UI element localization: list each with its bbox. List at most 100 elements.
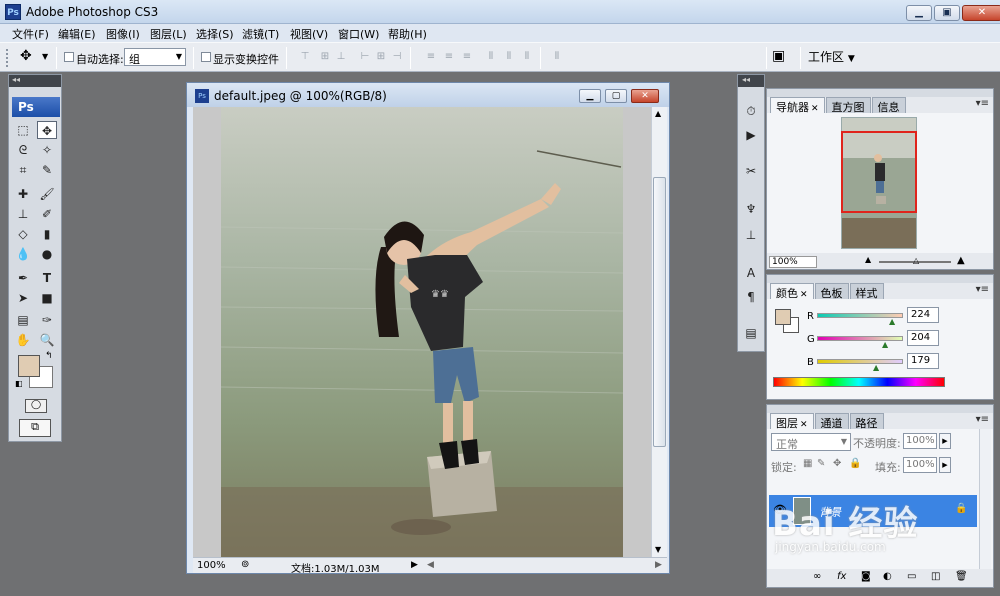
zoom-out-icon[interactable]: ▲ [865, 255, 871, 264]
channel-g-slider-thumb[interactable]: ▲ [882, 340, 888, 349]
tab-histogram[interactable]: 直方图 [825, 97, 871, 114]
scroll-right-icon[interactable]: ▶ [655, 560, 662, 570]
tool-presets-icon[interactable]: ✂ [741, 161, 761, 181]
link-layers-icon[interactable]: ∞ [813, 571, 821, 582]
blend-mode-dropdown[interactable]: 正常 ▼ [771, 433, 851, 451]
align-right-icon[interactable]: ⊣ [390, 51, 404, 63]
zoom-tool-icon[interactable]: 🔍 [37, 331, 57, 349]
history-panel-icon[interactable]: ⏱ [741, 101, 761, 121]
zoom-level[interactable]: 100% [197, 560, 226, 571]
distribute-vcenter-icon[interactable]: ≡ [442, 51, 456, 63]
align-top-icon[interactable]: ⊤ [298, 51, 312, 63]
dodge-tool-icon[interactable]: ● [37, 245, 57, 263]
opacity-field[interactable]: 100% [903, 433, 937, 449]
tab-info[interactable]: 信息 [871, 97, 906, 114]
layer-comps-icon[interactable]: ▤ [741, 323, 761, 343]
menu-edit[interactable]: 编辑(E) [58, 26, 96, 42]
align-left-icon[interactable]: ⊢ [358, 51, 372, 63]
channel-r-value[interactable]: 224 [907, 307, 939, 323]
default-colors-icon[interactable]: ◧ [15, 379, 23, 388]
brush-tool-icon[interactable]: 🖌 [37, 185, 57, 203]
menu-filter[interactable]: 滤镜(T) [242, 26, 279, 42]
type-tool-icon[interactable]: T [37, 269, 57, 287]
tool-preset-chevron-down-icon[interactable]: ▼ [42, 52, 48, 61]
lock-all-icon[interactable]: 🔒 [849, 458, 861, 469]
menu-file[interactable]: 文件(F) [12, 26, 49, 42]
scroll-up-icon[interactable]: ▲ [655, 109, 661, 118]
menu-window[interactable]: 窗口(W) [338, 26, 379, 42]
marquee-tool-icon[interactable]: ⬚ [13, 121, 33, 139]
auto-select-dropdown[interactable]: 组 ▼ [124, 48, 186, 66]
hand-tool-icon[interactable]: ✋ [13, 331, 33, 349]
maximize-button[interactable]: ▣ [934, 5, 960, 21]
move-tool-icon[interactable]: ✥ [20, 48, 32, 64]
menu-view[interactable]: 视图(V) [290, 26, 328, 42]
distribute-top-icon[interactable]: ≡ [424, 51, 438, 63]
path-selection-tool-icon[interactable]: ➤ [13, 289, 33, 307]
distribute-right-icon[interactable]: ⦀ [520, 51, 534, 63]
zoom-slider-thumb[interactable]: △ [913, 256, 919, 265]
dock-header[interactable]: ◂◂ [738, 75, 764, 87]
doc-maximize-button[interactable]: ▢ [605, 89, 627, 103]
distribute-left-icon[interactable]: ⦀ [484, 51, 498, 63]
show-transform-checkbox[interactable] [201, 52, 211, 62]
doc-close-button[interactable]: ✕ [631, 89, 659, 103]
fill-stepper-icon[interactable]: ▶ [939, 457, 951, 473]
menu-layer[interactable]: 图层(L) [150, 26, 187, 42]
blur-tool-icon[interactable]: 💧 [13, 245, 33, 263]
healing-brush-tool-icon[interactable]: ✚ [13, 185, 33, 203]
slice-tool-icon[interactable]: ✎ [37, 161, 57, 179]
pen-tool-icon[interactable]: ✒ [13, 269, 33, 287]
new-group-icon[interactable]: ▭ [907, 571, 916, 582]
scrollbar-thumb[interactable] [653, 177, 666, 447]
actions-panel-icon[interactable]: ▶ [741, 125, 761, 145]
character-panel-icon[interactable]: A [741, 263, 761, 283]
vertical-scrollbar[interactable]: ▲ ▼ [651, 107, 667, 557]
collapse-icon[interactable]: ◂◂ [742, 75, 750, 84]
notes-tool-icon[interactable]: ▤ [13, 311, 33, 329]
distribute-hcenter-icon[interactable]: ⦀ [502, 51, 516, 63]
new-layer-icon[interactable]: ◫ [931, 571, 940, 582]
tab-paths[interactable]: 路径 [849, 413, 884, 430]
panel-menu-icon[interactable]: ▾≡ [976, 414, 989, 425]
lock-position-icon[interactable]: ✥ [833, 458, 841, 469]
doc-minimize-button[interactable]: ▁ [579, 89, 601, 103]
status-options-icon[interactable]: ⊚ [241, 559, 249, 570]
align-hcenter-icon[interactable]: ⊞ [374, 51, 388, 63]
paragraph-panel-icon[interactable]: ¶ [741, 287, 761, 307]
distribute-bottom-icon[interactable]: ≡ [460, 51, 474, 63]
quick-mask-icon[interactable]: ◯ [25, 399, 47, 413]
ps-logo[interactable]: Ps [12, 97, 60, 117]
foreground-color-swatch[interactable] [18, 355, 40, 377]
lock-transparency-icon[interactable]: ▦ [803, 458, 812, 469]
screen-mode-icon[interactable]: ⧉ [19, 419, 51, 437]
document-title-bar[interactable]: Ps default.jpeg @ 100%(RGB/8) ▁ ▢ ✕ [187, 83, 669, 107]
status-menu-arrow-icon[interactable]: ▶ [411, 560, 418, 570]
menu-image[interactable]: 图像(I) [106, 26, 140, 42]
align-vcenter-icon[interactable]: ⊞ [318, 51, 332, 63]
auto-select-checkbox[interactable] [64, 52, 74, 62]
opacity-stepper-icon[interactable]: ▶ [939, 433, 951, 449]
zoom-in-icon[interactable]: ▲ [957, 255, 965, 266]
panel-header[interactable] [767, 89, 993, 97]
tab-navigator[interactable]: 导航器 ✕ [770, 97, 825, 114]
channel-b-value[interactable]: 179 [907, 353, 939, 369]
menu-help[interactable]: 帮助(H) [388, 26, 427, 42]
panel-menu-icon[interactable]: ▾≡ [976, 98, 989, 109]
lock-pixels-icon[interactable]: ✎ [817, 458, 825, 469]
gradient-tool-icon[interactable]: ▮ [37, 225, 57, 243]
magic-wand-tool-icon[interactable]: ✧ [37, 141, 57, 159]
fill-field[interactable]: 100% [903, 457, 937, 473]
canvas-area[interactable]: ♛♛ [193, 107, 651, 557]
collapse-icon[interactable]: ◂◂ [12, 75, 20, 84]
panel-header[interactable] [767, 405, 993, 413]
channel-b-slider[interactable] [817, 359, 903, 364]
swap-colors-icon[interactable]: ↰ [45, 351, 53, 361]
minimize-button[interactable]: ▁ [906, 5, 932, 21]
delete-layer-icon[interactable]: 🗑 [955, 571, 968, 582]
eyedropper-tool-icon[interactable]: ✑ [37, 311, 57, 329]
color-fg-swatch[interactable] [775, 309, 791, 325]
panel-header[interactable] [767, 275, 993, 283]
photo-canvas[interactable]: ♛♛ [221, 107, 623, 557]
scroll-down-icon[interactable]: ▼ [655, 545, 661, 554]
